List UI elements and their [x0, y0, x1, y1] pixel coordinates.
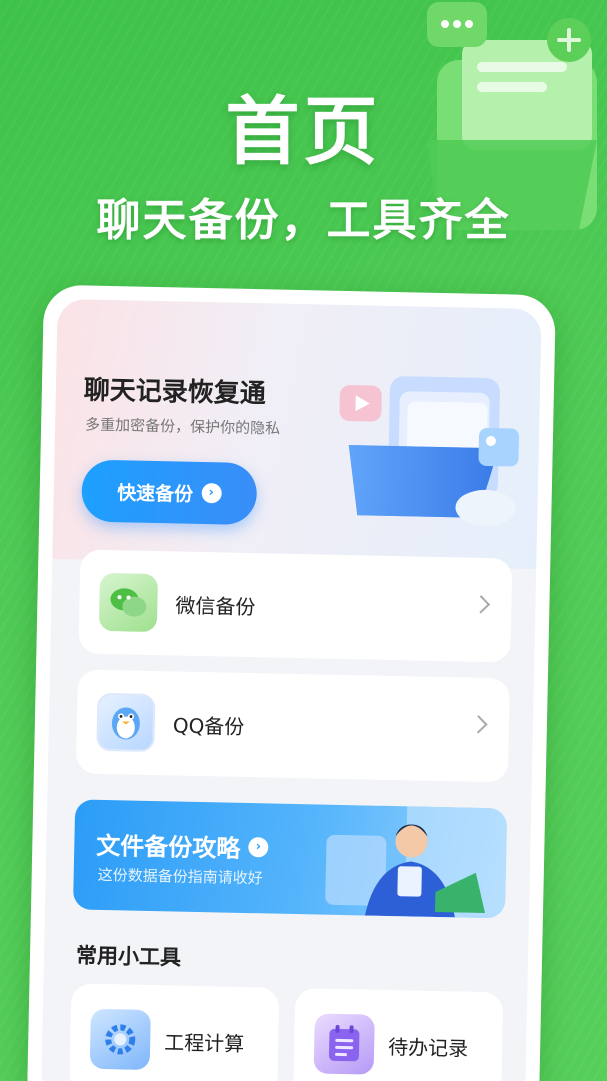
wechat-backup-label: 微信备份	[175, 592, 256, 619]
quick-backup-button[interactable]: 快速备份 ›	[81, 459, 258, 526]
hero-banner: 聊天记录恢复通 多重加密备份，保护你的隐私 快速备份 ›	[52, 298, 542, 570]
folder-illustration	[339, 376, 519, 526]
backup-guide-banner[interactable]: 文件备份攻略 › 这份数据备份指南请收好	[72, 799, 508, 919]
page-title: 首页	[225, 89, 382, 175]
wechat-backup-item[interactable]: 微信备份	[78, 549, 513, 663]
gear-calc-icon	[89, 1008, 151, 1071]
todo-record-tool[interactable]: 待办记录	[293, 988, 504, 1081]
person-illustration	[325, 806, 508, 919]
banner-description: 多重加密备份，保护你的隐私	[84, 415, 281, 438]
guide-title: 文件备份攻略 ›	[96, 826, 269, 865]
todo-list-icon	[313, 1013, 375, 1075]
quick-backup-label: 快速备份	[116, 481, 194, 506]
qq-backup-item[interactable]: QQ备份	[75, 669, 510, 783]
app-screen: 聊天记录恢复通 多重加密备份，保护你的隐私 快速备份 › 微信备份 QQ备份 文…	[40, 298, 542, 1081]
banner-title: 聊天记录恢复通	[83, 375, 267, 410]
page-subtitle: 聊天备份，工具齐全	[96, 195, 511, 246]
engineering-calc-label: 工程计算	[163, 1029, 245, 1056]
arrow-right-icon: ›	[201, 482, 222, 504]
guide-description: 这份数据备份指南请收好	[97, 865, 263, 888]
todo-record-label: 待办记录	[387, 1034, 469, 1061]
qq-penguin-icon	[96, 692, 156, 753]
arrow-right-icon: ›	[248, 836, 269, 857]
chevron-right-icon	[469, 715, 488, 734]
guide-title-text: 文件备份攻略	[96, 831, 241, 863]
qq-backup-label: QQ备份	[172, 712, 245, 739]
wechat-icon	[98, 572, 159, 633]
phone-mockup: 聊天记录恢复通 多重加密备份，保护你的隐私 快速备份 › 微信备份 QQ备份 文…	[26, 284, 556, 1081]
engineering-calc-tool[interactable]: 工程计算	[69, 983, 280, 1081]
tools-section-title: 常用小工具	[75, 943, 182, 970]
chevron-right-icon	[471, 595, 491, 614]
